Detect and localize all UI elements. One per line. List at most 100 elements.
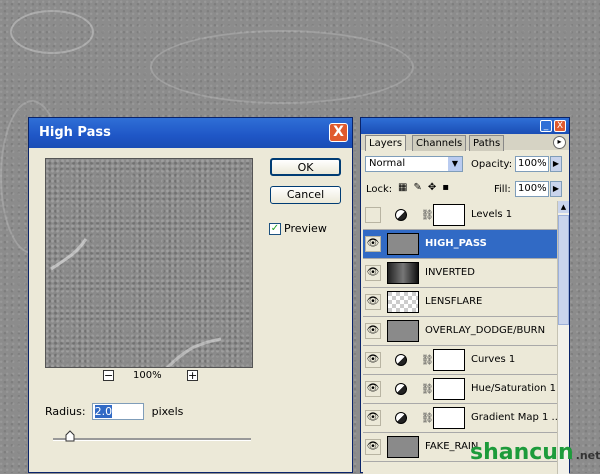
scrollbar-thumb[interactable]	[558, 215, 569, 325]
layer-thumbnail	[387, 436, 419, 458]
layer-thumbnail	[387, 291, 419, 313]
link-icon: ⛓	[421, 210, 434, 221]
panel-close-button[interactable]: X	[554, 120, 566, 132]
adjustment-icon	[395, 412, 407, 424]
blend-mode-select[interactable]: Normal ▼	[365, 156, 463, 172]
preview-checkbox[interactable]: ✓	[269, 222, 281, 235]
panel-tabs: Layers Channels Paths ▸	[361, 134, 569, 151]
close-icon: X	[556, 121, 564, 131]
link-icon: ⛓	[421, 355, 434, 366]
layer-mask-thumbnail	[433, 204, 465, 226]
lock-icons: ▦ ✎ ✥ ▪	[398, 182, 449, 193]
dialog-title: High Pass	[39, 125, 111, 140]
radius-row: Radius: 2.0 pixels	[45, 403, 183, 420]
adjustment-icon	[395, 354, 407, 366]
cancel-button[interactable]: Cancel	[270, 186, 341, 204]
layer-row[interactable]: 👁 ⛓ Hue/Saturation 1	[363, 375, 557, 404]
layer-name: OVERLAY_DODGE/BURN	[425, 325, 546, 336]
zoom-in-button[interactable]: +	[187, 370, 198, 381]
watermark-suffix: .net	[575, 449, 600, 462]
eye-icon[interactable]: 👁	[365, 294, 381, 310]
radius-input[interactable]: 2.0	[91, 403, 144, 420]
layers-scrollbar[interactable]: ▲	[557, 201, 569, 474]
canvas-emboss-shape	[10, 10, 94, 54]
zoom-controls: − 100% +	[103, 370, 203, 384]
layer-mask-thumbnail	[433, 349, 465, 371]
opacity-input[interactable]: 100%	[515, 156, 549, 172]
layer-name: Gradient Map 1 ...	[471, 412, 557, 423]
lock-transparent-icon[interactable]: ▦	[398, 182, 407, 193]
eye-icon[interactable]: 👁	[365, 352, 381, 368]
layer-row[interactable]: 👁 OVERLAY_DODGE/BURN	[363, 317, 557, 346]
fill-input[interactable]: 100%	[515, 181, 549, 197]
layer-thumbnail	[387, 233, 419, 255]
panel-titlebar[interactable]: _ X	[361, 118, 569, 134]
layer-thumbnail	[387, 262, 419, 284]
lock-label: Lock:	[366, 184, 393, 195]
lock-all-icon[interactable]: ▪	[442, 182, 449, 193]
eye-icon[interactable]: 👁	[365, 439, 381, 455]
lock-brush-icon[interactable]: ✎	[413, 182, 421, 193]
filter-preview[interactable]	[45, 158, 253, 368]
eye-icon[interactable]: 👁	[365, 410, 381, 426]
layer-mask-thumbnail	[433, 407, 465, 429]
zoom-out-button[interactable]: −	[103, 370, 114, 381]
panel-menu-icon[interactable]: ▸	[553, 136, 566, 149]
eye-icon[interactable]: 👁	[365, 381, 381, 397]
layer-row-selected[interactable]: 👁 HIGH_PASS	[363, 230, 557, 259]
adjustment-icon	[395, 383, 407, 395]
layer-name: Hue/Saturation 1	[471, 383, 557, 394]
minimize-icon: _	[543, 121, 549, 131]
minimize-button[interactable]: _	[540, 120, 552, 132]
close-icon: X	[333, 124, 344, 140]
close-button[interactable]: X	[329, 123, 348, 142]
layer-row[interactable]: 👁 LENSFLARE	[363, 288, 557, 317]
radius-unit: pixels	[151, 405, 184, 418]
link-icon: ⛓	[421, 384, 434, 395]
canvas-emboss-shape	[150, 30, 414, 104]
adjustment-icon	[395, 209, 407, 221]
layer-name: Curves 1	[471, 354, 516, 365]
chevron-down-icon: ▼	[448, 157, 462, 171]
visibility-toggle[interactable]	[365, 207, 381, 223]
opacity-label: Opacity:	[471, 159, 513, 170]
radius-slider-thumb[interactable]	[65, 430, 75, 442]
eye-icon[interactable]: 👁	[365, 265, 381, 281]
link-icon: ⛓	[421, 413, 434, 424]
layer-row[interactable]: ⛓ Levels 1	[363, 201, 557, 230]
dialog-titlebar[interactable]: High Pass X	[29, 118, 352, 148]
radius-label: Radius:	[45, 405, 86, 418]
tab-channels[interactable]: Channels	[412, 135, 467, 151]
layer-thumbnail	[387, 320, 419, 342]
minus-icon: −	[104, 369, 114, 382]
layer-row[interactable]: 👁 ⛓ Gradient Map 1 ...	[363, 404, 557, 433]
preview-texture	[50, 238, 222, 367]
preview-label: Preview	[284, 222, 327, 235]
high-pass-dialog: High Pass X − 100% + OK Cancel ✓ Preview…	[28, 117, 353, 473]
fill-arrow-icon[interactable]: ▶	[550, 181, 562, 197]
tab-layers[interactable]: Layers	[365, 135, 407, 151]
scroll-up-icon[interactable]: ▲	[558, 201, 569, 213]
layer-name: HIGH_PASS	[425, 238, 487, 249]
radius-slider-track[interactable]	[53, 438, 251, 441]
layer-row[interactable]: 👁 INVERTED	[363, 259, 557, 288]
zoom-level: 100%	[133, 370, 162, 381]
layer-name: Levels 1	[471, 209, 513, 220]
plus-icon: +	[188, 369, 198, 382]
tab-paths[interactable]: Paths	[469, 135, 505, 151]
radius-value: 2.0	[94, 405, 113, 418]
blend-mode-value: Normal	[369, 158, 406, 169]
layers-list: ⛓ Levels 1 👁 HIGH_PASS 👁 INVERTED 👁 LENS…	[363, 201, 557, 474]
layer-row[interactable]: 👁 ⛓ Curves 1	[363, 346, 557, 375]
watermark-logo: shancun .net	[470, 440, 600, 465]
layer-name: LENSFLARE	[425, 296, 483, 307]
layer-name: INVERTED	[425, 267, 475, 278]
eye-icon[interactable]: 👁	[365, 236, 381, 252]
eye-icon[interactable]: 👁	[365, 323, 381, 339]
ok-button[interactable]: OK	[270, 158, 341, 176]
layer-mask-thumbnail	[433, 378, 465, 400]
preview-option[interactable]: ✓ Preview	[269, 222, 327, 235]
opacity-arrow-icon[interactable]: ▶	[550, 156, 562, 172]
lock-move-icon[interactable]: ✥	[428, 182, 436, 193]
watermark-brand: shancun	[470, 440, 574, 465]
